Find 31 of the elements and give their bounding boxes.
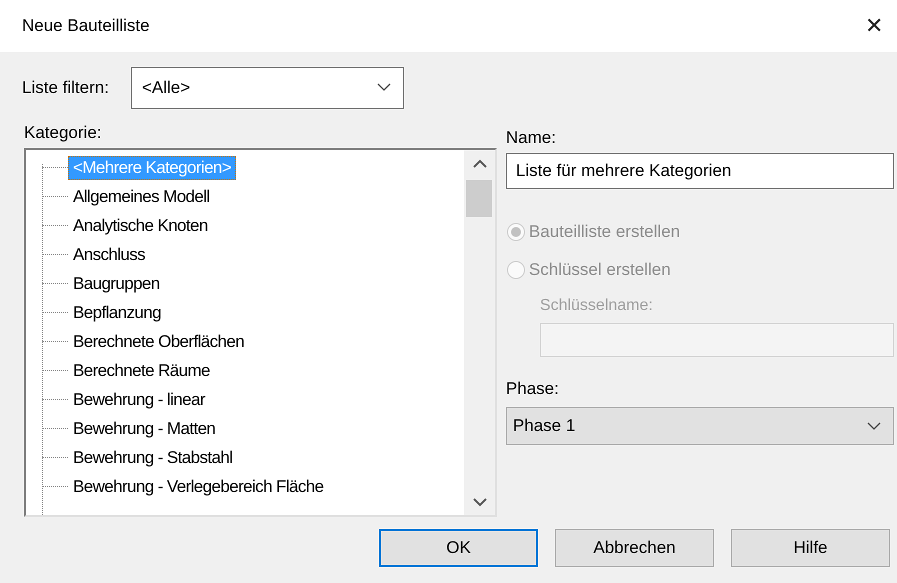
chevron-down-icon	[867, 422, 881, 430]
name-field[interactable]: Liste für mehrere Kategorien	[506, 153, 894, 189]
category-item[interactable]: Bewehrung - Stabstahl	[68, 446, 238, 470]
category-item[interactable]: Bewehrung - linear	[68, 388, 210, 412]
category-item[interactable]: Bewehrung - Verlegebereich Fläche	[68, 474, 328, 498]
scrollbar[interactable]	[464, 150, 495, 515]
filter-label: Liste filtern:	[22, 78, 109, 98]
filter-dropdown[interactable]: <Alle>	[130, 66, 404, 108]
category-item[interactable]: Analytische Knoten	[68, 214, 213, 238]
scroll-down-icon[interactable]	[472, 498, 487, 506]
scroll-up-icon[interactable]	[472, 158, 487, 168]
category-item[interactable]: Baugruppen	[68, 272, 165, 296]
dialog-button[interactable]: Abbrechen	[555, 529, 714, 567]
category-item[interactable]: Allgemeines Modell	[68, 184, 215, 208]
phase-label: Phase:	[506, 379, 560, 399]
chevron-down-icon	[376, 83, 391, 92]
category-label: Kategorie:	[24, 123, 102, 143]
dialog-button[interactable]: OK	[379, 529, 538, 567]
scroll-thumb[interactable]	[466, 180, 492, 217]
category-item[interactable]: Anschluss	[68, 242, 150, 266]
window-title: Neue Bauteilliste	[22, 16, 150, 36]
key-name-label: Schlüsselname:	[540, 297, 654, 315]
key-name-field[interactable]	[540, 323, 894, 357]
phase-dropdown[interactable]: Phase 1	[506, 407, 894, 445]
category-item[interactable]: Bepflanzung	[68, 300, 166, 324]
name-label: Name:	[506, 128, 557, 148]
close-button[interactable]: ✕	[857, 13, 891, 39]
dialog-button[interactable]: Hilfe	[731, 529, 890, 567]
category-item[interactable]: Bewehrung - Matten	[68, 416, 220, 440]
category-item[interactable]: Berechnete Räume	[68, 358, 215, 382]
category-item[interactable]: Berechnete Oberflächen	[68, 330, 250, 354]
